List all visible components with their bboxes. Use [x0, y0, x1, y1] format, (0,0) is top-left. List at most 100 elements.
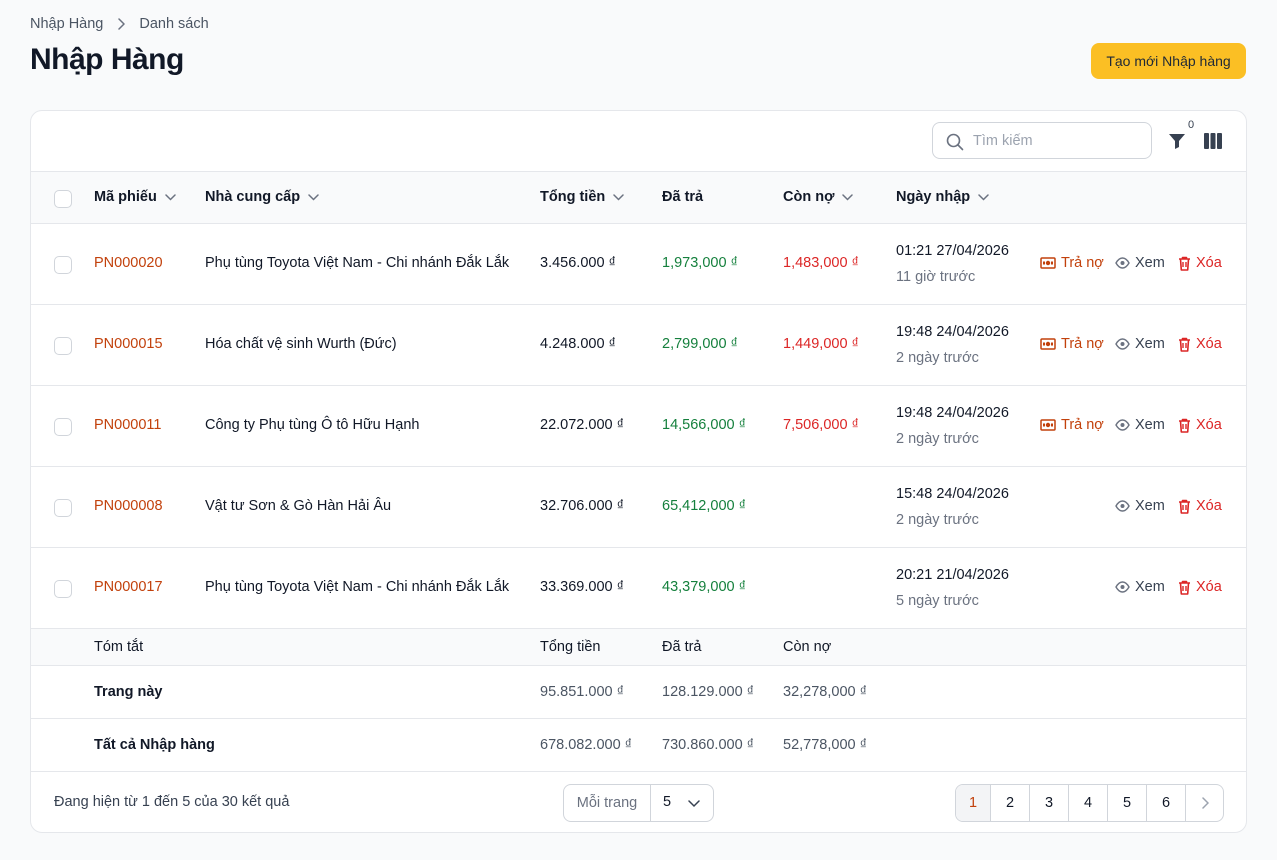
result-count-text: Đang hiện từ 1 đến 5 của 30 kết quả [54, 794, 290, 810]
column-header-supplier[interactable]: Nhà cung cấp [205, 189, 319, 205]
paid-amount: 1,973,000 ₫ [662, 255, 738, 271]
chevron-right-icon [1201, 797, 1209, 809]
summary-row-label: Trang này [94, 684, 163, 700]
summary-debt-value: 52,778,000 ₫ [783, 737, 868, 753]
pay-debt-button[interactable]: Trả nợ [1040, 417, 1104, 433]
summary-row-label: Tất cả Nhập hàng [94, 737, 215, 753]
summary-total-label: Tổng tiền [540, 639, 601, 655]
breadcrumb-root[interactable]: Nhập Hàng [30, 16, 103, 32]
per-page-select[interactable]: Mỗi trang 5 [563, 784, 714, 822]
summary-paid-value: 128.129.000 ₫ [662, 684, 755, 700]
column-header-date[interactable]: Ngày nhập [896, 189, 989, 205]
select-all-checkbox[interactable] [54, 190, 72, 208]
page-button[interactable]: 1 [956, 785, 991, 821]
row-checkbox[interactable] [54, 256, 72, 274]
supplier-name: Vật tư Sơn & Gò Hàn Hải Âu [205, 498, 392, 514]
summary-header: Tóm tắt Tổng tiền Đã trả Còn nợ [31, 629, 1246, 666]
chevron-down-icon [978, 193, 989, 201]
pay-debt-button[interactable]: Trả nợ [1040, 255, 1104, 271]
page-button[interactable]: 5 [1108, 785, 1147, 821]
total-amount: 32.706.000 ₫ [540, 498, 625, 514]
money-icon [1040, 338, 1056, 350]
filter-count-badge: 0 [1188, 119, 1195, 131]
summary-debt-value: 32,278,000 ₫ [783, 684, 868, 700]
per-page-label: Mỗi trang [564, 785, 651, 821]
chevron-down-icon [613, 193, 624, 201]
supplier-name: Công ty Phụ tùng Ô tô Hữu Hạnh [205, 417, 420, 433]
view-button[interactable]: Xem [1115, 417, 1165, 433]
page-button[interactable]: 6 [1147, 785, 1186, 821]
money-icon [1040, 257, 1056, 269]
row-checkbox[interactable] [54, 580, 72, 598]
summary-title: Tóm tắt [94, 639, 144, 655]
total-amount: 3.456.000 ₫ [540, 255, 616, 271]
next-page-button[interactable] [1186, 785, 1223, 821]
row-checkbox[interactable] [54, 499, 72, 517]
summary-debt-label: Còn nợ [783, 639, 832, 655]
delete-button[interactable]: Xóa [1178, 255, 1222, 271]
supplier-name: Phụ tùng Toyota Việt Nam - Chi nhánh Đắk… [205, 579, 510, 595]
paid-amount: 65,412,000 ₫ [662, 498, 747, 514]
row-checkbox[interactable] [54, 337, 72, 355]
create-import-button[interactable]: Tạo mới Nhập hàng [1091, 43, 1246, 79]
column-header-paid: Đã trả [662, 189, 704, 205]
delete-button[interactable]: Xóa [1178, 336, 1222, 352]
column-header-debt[interactable]: Còn nợ [783, 189, 854, 205]
summary-total-value: 95.851.000 ₫ [540, 684, 625, 700]
supplier-name: Hóa chất vệ sinh Wurth (Đức) [205, 336, 397, 352]
column-header-total[interactable]: Tổng tiền [540, 189, 624, 205]
summary-total-value: 678.082.000 ₫ [540, 737, 633, 753]
per-page-value: 5 [663, 794, 672, 810]
eye-icon [1115, 419, 1130, 431]
page-button[interactable]: 2 [991, 785, 1030, 821]
row-checkbox[interactable] [54, 418, 72, 436]
import-table-card: 0 Mã phiếu Nhà cung cấp Tổng tiền Đã trả… [30, 110, 1247, 833]
search-box[interactable] [932, 122, 1152, 159]
chevron-down-icon [688, 800, 700, 808]
paid-amount: 2,799,000 ₫ [662, 336, 738, 352]
page-button[interactable]: 4 [1069, 785, 1108, 821]
import-relative-time: 5 ngày trước [896, 593, 979, 609]
import-relative-time: 2 ngày trước [896, 350, 979, 366]
import-code-link[interactable]: PN000015 [94, 336, 163, 352]
import-relative-time: 2 ngày trước [896, 431, 979, 447]
delete-button[interactable]: Xóa [1178, 579, 1222, 595]
trash-icon [1179, 499, 1190, 514]
import-code-link[interactable]: PN000017 [94, 579, 163, 595]
summary-row-all: Tất cả Nhập hàng 678.082.000 ₫ 730.860.0… [31, 719, 1246, 772]
table-row: PN000017 Phụ tùng Toyota Việt Nam - Chi n… [31, 548, 1246, 629]
view-button[interactable]: Xem [1115, 255, 1165, 271]
import-code-link[interactable]: PN000011 [94, 417, 161, 433]
search-icon [946, 133, 964, 151]
import-code-link[interactable]: PN000008 [94, 498, 163, 514]
eye-icon [1115, 500, 1130, 512]
trash-icon [1179, 256, 1190, 271]
delete-button[interactable]: Xóa [1178, 417, 1222, 433]
page-button[interactable]: 3 [1030, 785, 1069, 821]
import-relative-time: 11 giờ trước [896, 269, 976, 285]
search-input[interactable] [973, 131, 1143, 151]
table-row: PN000020 Phụ tùng Toyota Việt Nam - Chi n… [31, 224, 1246, 305]
table-row: PN000011 Công ty Phụ tùng Ô tô Hữu Hạnh 22… [31, 386, 1246, 467]
import-datetime: 20:21 21/04/2026 [896, 567, 1009, 583]
pay-debt-button[interactable]: Trả nợ [1040, 336, 1104, 352]
trash-icon [1179, 418, 1190, 433]
table-row: PN000008 Vật tư Sơn & Gò Hàn Hải Âu 32.706… [31, 467, 1246, 548]
filter-icon[interactable] [1167, 131, 1187, 151]
delete-button[interactable]: Xóa [1178, 498, 1222, 514]
eye-icon [1115, 257, 1130, 269]
import-datetime: 01:21 27/04/2026 [896, 243, 1009, 259]
view-button[interactable]: Xem [1115, 498, 1165, 514]
debt-amount: 1,483,000 ₫ [783, 255, 859, 271]
table-toolbar: 0 [31, 111, 1246, 171]
breadcrumb: Nhập Hàng Danh sách [30, 16, 209, 32]
import-code-link[interactable]: PN000020 [94, 255, 163, 271]
view-button[interactable]: Xem [1115, 579, 1165, 595]
chevron-right-icon [117, 18, 126, 30]
column-header-code[interactable]: Mã phiếu [94, 189, 176, 205]
view-button[interactable]: Xem [1115, 336, 1165, 352]
import-relative-time: 2 ngày trước [896, 512, 979, 528]
page-title: Nhập Hàng [30, 43, 184, 76]
chevron-down-icon [165, 193, 176, 201]
columns-icon[interactable] [1203, 131, 1223, 151]
